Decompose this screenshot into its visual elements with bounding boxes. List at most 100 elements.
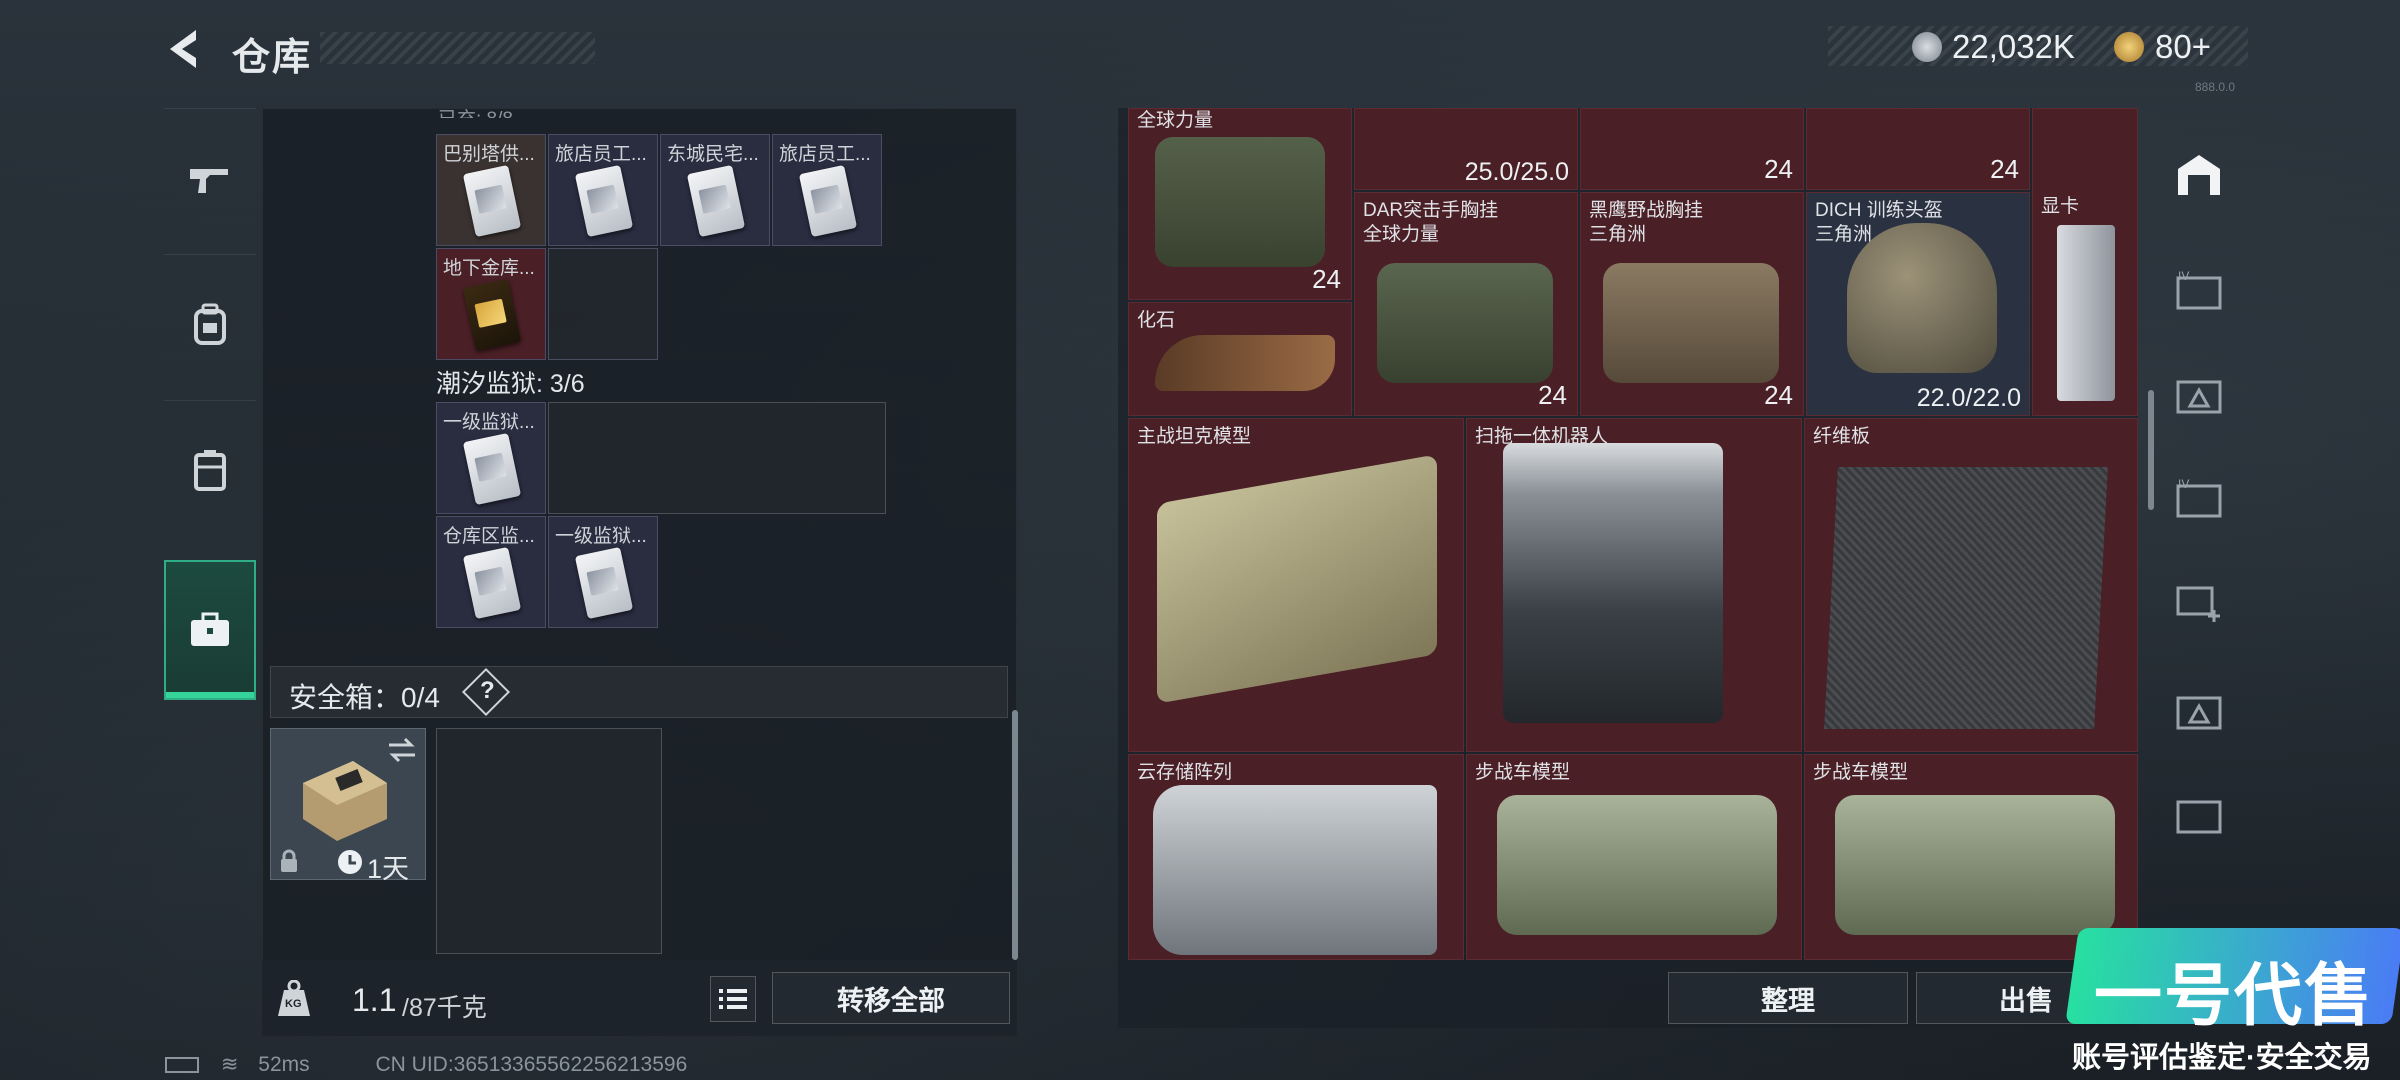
item-count: 24 [1312,264,1341,294]
storage-array-image [1153,785,1437,955]
safe-case-icon [303,761,387,841]
item-tile[interactable]: 步战车模型 [1466,754,1802,960]
back-button[interactable] [160,24,210,74]
safe-box-grid[interactable] [436,728,662,954]
fossil-image [1155,335,1335,391]
token-amount[interactable]: 80+ [2155,28,2211,66]
chest-rig-image [1603,263,1779,383]
storage-tab-3[interactable]: IV [2169,468,2229,528]
vest-icon [194,449,226,491]
storage-add-tab[interactable] [2169,572,2229,632]
item-tile[interactable]: 云存储阵列 [1128,754,1464,960]
keycard-icon [574,546,634,620]
right-nav: IV IV [2155,120,2243,940]
item-count: 24 [1764,380,1793,410]
item-tile[interactable]: 化石 [1128,302,1352,416]
item-tile[interactable]: 纤维板 [1804,418,2138,752]
item-count: 24 [1538,380,1567,410]
item-tile[interactable]: 24 [1806,108,2030,190]
storage-tab-2[interactable] [2169,364,2229,424]
storage-icon: IV [2176,270,2222,310]
transfer-all-button[interactable]: 转移全部 [772,972,1010,1024]
keycard-icon [462,432,522,506]
clock-icon [338,850,362,874]
partial-header: 已充: 8/8 [438,104,513,118]
watermark-logo: 一号代售 [2094,958,2375,1034]
gun-icon [190,168,228,193]
storage-tab-4[interactable] [2169,680,2229,740]
ping: 52ms [258,1053,310,1076]
storage-tab-1[interactable]: IV [2169,260,2229,320]
list-view-button[interactable] [710,976,756,1022]
grid-cell[interactable]: 巴别塔供... [436,134,546,246]
grid-cell[interactable]: 地下金库... [436,248,546,360]
weight-current: 1.1 [352,982,397,1018]
grid-cell[interactable]: 旅店员工... [548,134,658,246]
grid-cell-empty[interactable] [548,248,658,360]
section-title: 潮汐监狱: 3/6 [436,370,585,398]
chevron-left-icon [170,30,196,68]
fiberboard-image [1824,467,2108,729]
storage-icon [2176,800,2222,834]
weight-max: /87千克 [402,994,487,1022]
coin-icon [1912,32,1942,62]
safe-box-item[interactable]: 1天 [270,728,426,884]
storage-icon [2176,380,2222,414]
lock-icon [281,849,297,872]
swap-icon[interactable] [387,737,417,763]
robot-vacuum-image [1503,443,1723,723]
wifi-icon: ≋ [220,1053,239,1076]
grid-cell[interactable]: 东城民宅... [660,134,770,246]
item-tile[interactable]: 显卡 [2032,108,2138,416]
svg-text:IV: IV [2178,478,2189,491]
inventory-scrollbar[interactable] [2148,390,2154,510]
item-count: 24 [1764,154,1793,184]
helmet-image [1847,223,1997,373]
scrollbar[interactable] [1012,710,1018,960]
token-icon [2114,32,2144,62]
gold-keycard-icon [462,278,522,352]
gpu-image [2057,225,2115,401]
item-tile[interactable]: 扫拖一体机器人 [1466,418,1802,752]
add-storage-icon [2176,586,2220,622]
bag-image [1155,137,1325,267]
item-tile[interactable]: 25.0/25.0 [1354,108,1578,190]
grid-cell[interactable]: 一级监狱... [548,516,658,628]
warehouse-icon [2178,155,2220,195]
svg-text:IV: IV [2178,270,2189,283]
nav-backpack[interactable] [164,254,256,394]
grid-cell[interactable]: 仓库区监... [436,516,546,628]
keycard-icon [798,164,858,238]
left-nav [164,108,256,708]
item-tile[interactable]: DICH 训练头盔 三角洲 22.0/22.0 [1806,192,2030,416]
safe-duration: 1天 [367,854,410,884]
warehouse-tab[interactable] [2169,144,2229,204]
nav-vest[interactable] [164,400,256,540]
item-count: 24 [1990,154,2019,184]
storage-tab-5[interactable] [2169,784,2229,844]
organize-button[interactable]: 整理 [1668,972,1908,1024]
nav-weapon[interactable] [164,108,256,248]
grid-empty-area[interactable] [548,402,886,514]
grid-cell[interactable]: 一级监狱... [436,402,546,514]
item-tile[interactable]: 全球力量 24 [1128,108,1352,300]
watermark-slogan: 账号评估鉴定·安全交易 [2072,1042,2372,1074]
tank-image [1157,454,1437,704]
keycard-icon [462,164,522,238]
safe-box-label: 安全箱：0/4 [289,682,440,713]
title-stripe [320,32,595,64]
list-icon [719,989,747,1009]
keycard-icon [574,164,634,238]
battery-icon [165,1057,199,1074]
weight-icon: KG [276,979,312,1018]
nav-toolbox[interactable] [164,560,256,700]
item-tile[interactable]: 24 [1580,108,1804,190]
safe-box-header: 安全箱：0/4 ? [270,666,1008,718]
keycard-icon [462,546,522,620]
ifv-image [1497,795,1777,935]
item-tile[interactable]: 黑鹰野战胸挂 三角洲 24 [1580,192,1804,416]
item-tile[interactable]: 主战坦克模型 [1128,418,1464,752]
grid-cell[interactable]: 旅店员工... [772,134,882,246]
item-tile[interactable]: DAR突击手胸挂 全球力量 24 [1354,192,1578,416]
item-durability: 25.0/25.0 [1464,158,1569,186]
